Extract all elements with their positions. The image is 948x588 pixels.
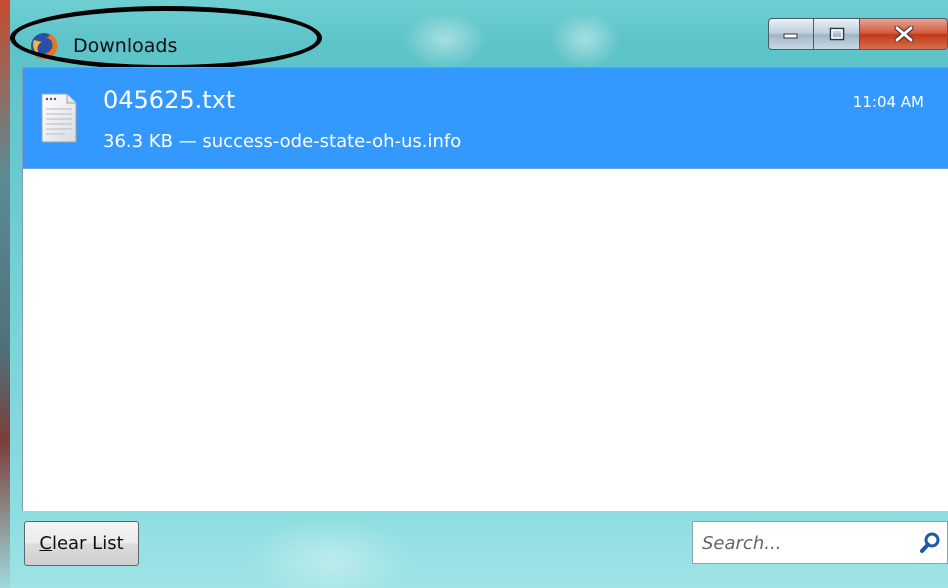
window-title: Downloads [73, 35, 178, 57]
window-left-edge [0, 0, 10, 588]
firefox-icon [31, 32, 58, 59]
maximize-icon [829, 27, 844, 41]
bottom-toolbar: Clear List [10, 511, 948, 588]
close-button[interactable] [860, 18, 948, 50]
downloads-list[interactable]: 045625.txt 36.3 KB — success-ode-state-o… [22, 67, 948, 511]
download-status: 36.3 KB — success-ode-state-oh-us.info [103, 131, 462, 152]
text-file-icon [41, 93, 77, 143]
search-box[interactable] [692, 521, 948, 565]
clear-list-button[interactable]: Clear List [24, 521, 139, 566]
search-input[interactable] [693, 522, 924, 565]
minimize-button[interactable] [768, 18, 814, 50]
clear-list-label: lear List [51, 533, 124, 554]
search-icon[interactable] [919, 531, 943, 555]
download-filename: 045625.txt [103, 86, 236, 114]
downloads-window: Downloads 045625.txt 36.3 KB — success-o… [0, 0, 948, 588]
minimize-icon [783, 33, 798, 39]
download-item[interactable]: 045625.txt 36.3 KB — success-ode-state-o… [23, 68, 948, 169]
clear-list-access-key: C [39, 533, 52, 554]
caption-buttons [768, 18, 948, 52]
close-icon [894, 26, 913, 42]
maximize-button[interactable] [814, 18, 860, 50]
title-bar[interactable]: Downloads [10, 10, 948, 62]
download-time: 11:04 AM [852, 93, 924, 111]
